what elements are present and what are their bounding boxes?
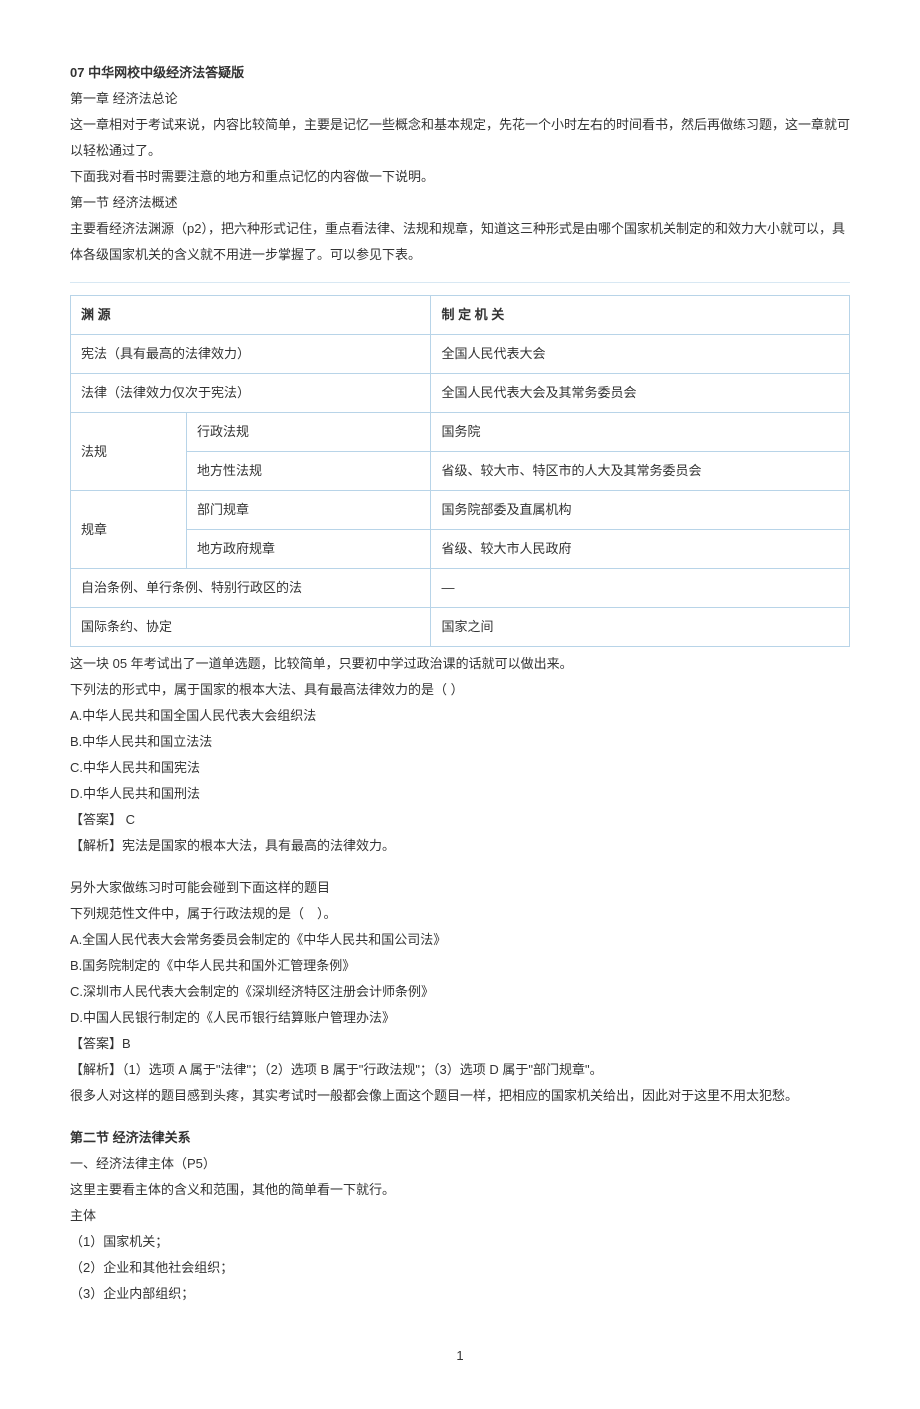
table-row: 自治条例、单行条例、特别行政区的法 —: [71, 569, 850, 608]
th-source: 渊 源: [71, 296, 431, 335]
page-number: 1: [70, 1343, 850, 1369]
cell: 自治条例、单行条例、特别行政区的法: [71, 569, 431, 608]
s2-item1: （1）国家机关；: [70, 1229, 850, 1255]
q2-answer: 【答案】B: [70, 1031, 850, 1057]
cell: 全国人民代表大会及其常务委员会: [431, 374, 850, 413]
th-authority: 制 定 机 关: [431, 296, 850, 335]
doc-title: 07 中华网校中级经济法答疑版: [70, 60, 850, 86]
cell: 省级、较大市、特区市的人大及其常务委员会: [431, 452, 850, 491]
cell: 地方政府规章: [187, 530, 431, 569]
table-row: 渊 源 制 定 机 关: [71, 296, 850, 335]
q2-intro: 另外大家做练习时可能会碰到下面这样的题目: [70, 875, 850, 901]
section1-title: 第一节 经济法概述: [70, 190, 850, 216]
cell: 国务院部委及直属机构: [431, 491, 850, 530]
cell: 省级、较大市人民政府: [431, 530, 850, 569]
intro-p2: 下面我对看书时需要注意的地方和重点记忆的内容做一下说明。: [70, 164, 850, 190]
chapter-title: 第一章 经济法总论: [70, 86, 850, 112]
q1-stem: 下列法的形式中，属于国家的根本大法、具有最高法律效力的是（ ）: [70, 677, 850, 703]
table-row: 规章 部门规章 国务院部委及直属机构: [71, 491, 850, 530]
cell: —: [431, 569, 850, 608]
q2-opt-d: D.中国人民银行制定的《人民币银行结算账户管理办法》: [70, 1005, 850, 1031]
s2-item2: （2）企业和其他社会组织；: [70, 1255, 850, 1281]
cell: 规章: [71, 491, 187, 569]
cell: 法律（法律效力仅次于宪法）: [71, 374, 431, 413]
s2-item3: （3）企业内部组织；: [70, 1281, 850, 1307]
cell: 国家之间: [431, 608, 850, 647]
cell: 国务院: [431, 413, 850, 452]
q1-opt-b: B.中华人民共和国立法法: [70, 729, 850, 755]
s2-p1: 一、经济法律主体（P5）: [70, 1151, 850, 1177]
q1-opt-d: D.中华人民共和国刑法: [70, 781, 850, 807]
table-row: 法律（法律效力仅次于宪法） 全国人民代表大会及其常务委员会: [71, 374, 850, 413]
divider: [70, 282, 850, 283]
table-row: 地方政府规章 省级、较大市人民政府: [71, 530, 850, 569]
table-row: 宪法（具有最高的法律效力） 全国人民代表大会: [71, 335, 850, 374]
intro-p1: 这一章相对于考试来说，内容比较简单，主要是记忆一些概念和基本规定，先花一个小时左…: [70, 112, 850, 164]
q2-explanation: 【解析】（1）选项 A 属于"法律"；（2）选项 B 属于"行政法规"；（3）选…: [70, 1057, 850, 1083]
table-row: 地方性法规 省级、较大市、特区市的人大及其常务委员会: [71, 452, 850, 491]
section2-title: 第二节 经济法律关系: [70, 1125, 850, 1151]
law-sources-table: 渊 源 制 定 机 关 宪法（具有最高的法律效力） 全国人民代表大会 法律（法律…: [70, 295, 850, 647]
q2-opt-c: C.深圳市人民代表大会制定的《深圳经济特区注册会计师条例》: [70, 979, 850, 1005]
cell: 国际条约、协定: [71, 608, 431, 647]
table-row: 国际条约、协定 国家之间: [71, 608, 850, 647]
q2-opt-b: B.国务院制定的《中华人民共和国外汇管理条例》: [70, 953, 850, 979]
cell: 宪法（具有最高的法律效力）: [71, 335, 431, 374]
cell: 地方性法规: [187, 452, 431, 491]
cell: 法规: [71, 413, 187, 491]
q2-stem: 下列规范性文件中，属于行政法规的是（ ）。: [70, 901, 850, 927]
intro-p3: 主要看经济法渊源（p2），把六种形式记住，重点看法律、法规和规章，知道这三种形式…: [70, 216, 850, 268]
q1-answer: 【答案】 C: [70, 807, 850, 833]
cell: 全国人民代表大会: [431, 335, 850, 374]
table-row: 法规 行政法规 国务院: [71, 413, 850, 452]
q1-explanation: 【解析】宪法是国家的根本大法，具有最高的法律效力。: [70, 833, 850, 859]
cell: 行政法规: [187, 413, 431, 452]
q2-opt-a: A.全国人民代表大会常务委员会制定的《中华人民共和国公司法》: [70, 927, 850, 953]
q1-intro: 这一块 05 年考试出了一道单选题，比较简单，只要初中学过政治课的话就可以做出来…: [70, 651, 850, 677]
s2-p2: 这里主要看主体的含义和范围，其他的简单看一下就行。: [70, 1177, 850, 1203]
q1-opt-c: C.中华人民共和国宪法: [70, 755, 850, 781]
q2-note: 很多人对这样的题目感到头疼，其实考试时一般都会像上面这个题目一样，把相应的国家机…: [70, 1083, 850, 1109]
cell: 部门规章: [187, 491, 431, 530]
q1-opt-a: A.中华人民共和国全国人民代表大会组织法: [70, 703, 850, 729]
s2-p3: 主体: [70, 1203, 850, 1229]
